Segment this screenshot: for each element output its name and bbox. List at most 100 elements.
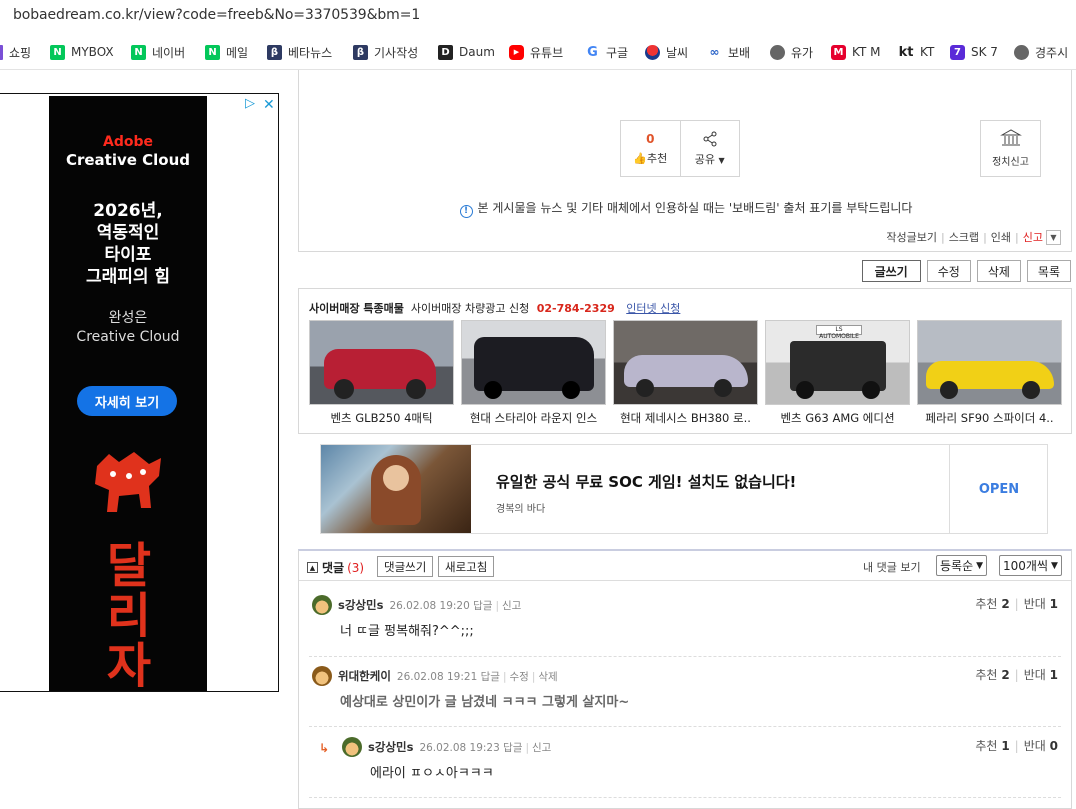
- game-ad-brand: 경복의 바다: [496, 504, 546, 515]
- comment-downvote[interactable]: 반대 1: [1024, 668, 1058, 682]
- car-listing[interactable]: 벤츠 GLB250 4매틱: [309, 320, 454, 426]
- dropdown-arrow-icon[interactable]: ▼: [1046, 229, 1061, 245]
- globe-icon: [1014, 44, 1029, 60]
- ad-cta-button[interactable]: 자세히 보기: [77, 386, 177, 416]
- bookmark-ktm[interactable]: M KT M: [831, 43, 880, 61]
- comment-downvote[interactable]: 반대 1: [1024, 597, 1058, 611]
- divider: [309, 726, 1061, 727]
- comment-author[interactable]: s강상민s: [368, 739, 413, 755]
- ad-art-text: 달리자: [106, 538, 152, 694]
- bookmark-bobae[interactable]: ∞ 보배: [707, 43, 751, 61]
- share-button[interactable]: 공유 ▼: [679, 121, 740, 176]
- address-bar[interactable]: bobaedream.co.kr/view?code=freeb&No=3370…: [0, 0, 1076, 32]
- bookmark-google[interactable]: G 구글: [585, 43, 628, 61]
- ad-brand: Adobe: [103, 134, 153, 150]
- comment-votes: 추천 1 | 반대 0: [975, 739, 1058, 753]
- beta-news-icon: β: [353, 44, 368, 60]
- game-ad-open-button[interactable]: OPEN: [949, 445, 1048, 533]
- ad-product: Creative Cloud: [65, 151, 191, 169]
- write-comment-button[interactable]: 댓글쓰기: [377, 556, 434, 577]
- avatar: [312, 666, 332, 686]
- left-ad-banner[interactable]: ▷ ✕ Adobe Creative Cloud 2026년, 역동적인 타이포…: [0, 93, 279, 692]
- bookmark-naver[interactable]: N 네이버: [131, 43, 185, 61]
- list-button[interactable]: 목록: [1026, 260, 1071, 282]
- bookmark-gyeongju[interactable]: 경주시: [1014, 43, 1068, 61]
- view-author-posts-link[interactable]: 작성글보기: [886, 229, 937, 245]
- comment-author[interactable]: 위대한케이: [338, 668, 391, 684]
- political-report-button[interactable]: 정치신고: [980, 120, 1041, 177]
- url-text[interactable]: bobaedream.co.kr/view?code=freeb&No=3370…: [13, 7, 420, 23]
- report-link[interactable]: 신고: [502, 600, 521, 612]
- reply-link[interactable]: 답글: [481, 671, 500, 683]
- game-ad-banner[interactable]: 유일한 공식 무료 SOC 게임! 설치도 없습니다! 경복의 바다 OPEN: [320, 444, 1048, 534]
- post-footer: 0 👍추천 공유 ▼ 정치신고 ! 본 게시물을 뉴스 및 기타 매체에서 인용하: [298, 70, 1072, 252]
- bookmark-mybox[interactable]: N MYBOX: [50, 43, 114, 61]
- comment-upvote[interactable]: 추천 1: [975, 739, 1009, 753]
- comments-header: ▲ 댓글 (3) 댓글쓰기 새로고침 내 댓글 보기 등록순 ▼ 100개씩 ▼: [299, 551, 1071, 581]
- reply-link[interactable]: 답글: [503, 742, 522, 754]
- youtube-icon: ▶: [509, 44, 524, 60]
- scrap-link[interactable]: 스크랩: [949, 229, 979, 245]
- adchoices-icon[interactable]: ▷: [245, 96, 255, 111]
- bookmark-oil[interactable]: 유가: [770, 43, 813, 61]
- comment-votes: 추천 2 | 반대 1: [975, 668, 1058, 682]
- sk7-icon: 7: [950, 44, 965, 60]
- delete-link[interactable]: 삭제: [538, 671, 557, 683]
- bookmark-sk7[interactable]: 7 SK 7: [950, 43, 998, 61]
- car-listing[interactable]: LS AUTOMOBILE 벤츠 G63 AMG 에디션: [765, 320, 910, 426]
- game-ad-title: 유일한 공식 무료 SOC 게임! 설치도 없습니다!: [496, 473, 797, 491]
- car-photo: [309, 320, 454, 405]
- internet-apply-link[interactable]: 인터넷 신청: [626, 302, 680, 315]
- beta-news-icon: β: [267, 44, 282, 60]
- bookmark-weather[interactable]: 날씨: [645, 43, 688, 61]
- bookmark-shopping[interactable]: 쇼핑: [0, 43, 31, 61]
- comment-downvote[interactable]: 반대 0: [1024, 739, 1058, 753]
- ad-subtitle: 완성은 Creative Cloud: [76, 310, 180, 345]
- car-listing[interactable]: 현대 제네시스 BH380 로..: [613, 320, 758, 426]
- reply-link[interactable]: 답글: [473, 600, 492, 612]
- bookmarks-bar: 쇼핑 N MYBOX N 네이버 N 메일 β 베타뉴스 β 기사작성 D Da…: [0, 32, 1076, 70]
- bookmark-mail[interactable]: N 메일: [205, 43, 248, 61]
- info-icon: !: [459, 205, 473, 218]
- chevron-down-icon: ▼: [1051, 560, 1058, 571]
- write-button[interactable]: 글쓰기: [861, 260, 921, 282]
- m-icon: M: [831, 44, 846, 60]
- refresh-button[interactable]: 새로고침: [438, 556, 495, 577]
- car-listing[interactable]: 페라리 SF90 스파이더 4..: [917, 320, 1062, 426]
- comment-author[interactable]: s강상민s: [338, 597, 383, 613]
- car-photo: LS AUTOMOBILE: [765, 320, 910, 405]
- avatar: [312, 595, 332, 615]
- kt-icon: kt: [898, 44, 914, 60]
- comment-body: 너 ㄸ글 펑복해줘?^^;;;: [340, 624, 474, 639]
- bookmark-betanews[interactable]: β 베타뉴스: [267, 43, 332, 61]
- report-link[interactable]: 신고: [1023, 229, 1043, 245]
- bookmark-article[interactable]: β 기사작성: [353, 43, 418, 61]
- per-page-select[interactable]: 100개씩 ▼: [999, 555, 1062, 576]
- comment-upvote[interactable]: 추천 2: [975, 597, 1009, 611]
- sort-select[interactable]: 등록순 ▼: [936, 555, 988, 576]
- edit-button[interactable]: 수정: [926, 260, 971, 282]
- bookmark-daum[interactable]: D Daum: [438, 43, 495, 61]
- car-photo: [917, 320, 1062, 405]
- print-link[interactable]: 인쇄: [991, 229, 1011, 245]
- comment-count: (3): [347, 560, 365, 575]
- weather-icon: [645, 44, 660, 60]
- ad-creative[interactable]: Adobe Creative Cloud 2026년, 역동적인 타이포 그래피…: [49, 96, 207, 691]
- delete-button[interactable]: 삭제: [976, 260, 1021, 282]
- close-icon[interactable]: ✕: [263, 97, 275, 113]
- vote-box: 0 👍추천 공유 ▼: [620, 120, 740, 177]
- comment-upvote[interactable]: 추천 2: [975, 668, 1009, 682]
- my-comments-link[interactable]: 내 댓글 보기: [863, 559, 921, 575]
- report-link[interactable]: 신고: [532, 742, 551, 754]
- car-listing[interactable]: 현대 스타리아 라운지 인스: [461, 320, 606, 426]
- shopping-icon: [0, 44, 3, 60]
- comments-toggle[interactable]: ▲ 댓글 (3): [307, 559, 364, 576]
- collapse-icon: ▲: [307, 562, 318, 573]
- bookmark-kt[interactable]: kt KT: [898, 43, 935, 61]
- recommend-button[interactable]: 0 👍추천: [621, 121, 680, 176]
- bookmark-youtube[interactable]: ▶ 유튜브: [509, 43, 563, 61]
- cyber-store-header: 사이버매장 특종매물 사이버매장 차량광고 신청 02-784-2329 인터넷…: [309, 302, 681, 315]
- edit-link[interactable]: 수정: [509, 671, 528, 683]
- post-actions: 글쓰기 수정 삭제 목록: [861, 260, 1071, 282]
- divider: [309, 797, 1061, 798]
